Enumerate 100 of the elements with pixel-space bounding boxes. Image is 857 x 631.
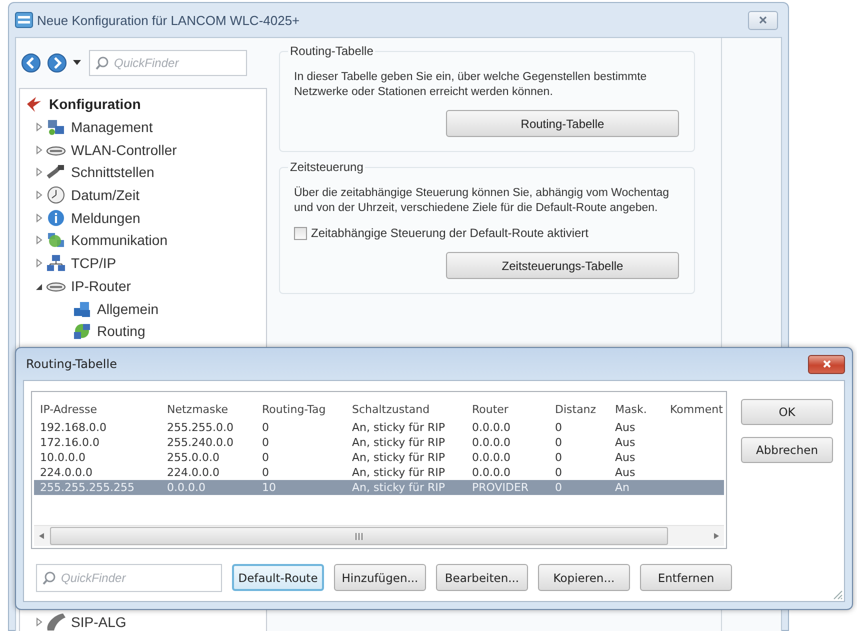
tree-label: Management	[70, 119, 154, 136]
action-button[interactable]: Bearbeiten...	[436, 564, 528, 591]
forward-icon[interactable]	[47, 53, 67, 73]
tree-label: IP-Router	[70, 278, 132, 294]
network-icon	[46, 231, 66, 250]
search-field[interactable]: QuickFinder	[89, 50, 247, 76]
tree-label: Kommunikation	[70, 232, 168, 248]
collapsed-arrow-icon[interactable]	[34, 167, 44, 178]
tree-label: WLAN-Controller	[70, 142, 178, 158]
table-cell-text: An, sticky für RIP	[351, 436, 446, 449]
collapsed-arrow-icon[interactable]	[34, 190, 44, 200]
table-cell-text: 255.240.0.0	[166, 436, 234, 449]
table-cell-text: 224.0.0.0	[166, 466, 220, 479]
network-icon	[72, 322, 92, 340]
collapsed-arrow-icon[interactable]	[34, 616, 44, 627]
table-cell-text: 10.0.0.0	[39, 451, 86, 464]
group-title: Routing-Tabelle	[289, 44, 374, 58]
collapsed-arrow-icon[interactable]	[34, 144, 44, 155]
table-cell-text: 0	[261, 451, 270, 464]
table-cell-text: 0.0.0.0	[471, 466, 512, 479]
window-title: Neue Konfiguration für LANCOM WLC-4025+	[37, 12, 300, 28]
dialog-button[interactable]: OK	[741, 399, 833, 425]
table-cell-text: 0	[554, 481, 563, 494]
table-cell-text: Aus	[614, 436, 636, 449]
column-header[interactable]: Routing-Tag	[256, 402, 346, 416]
action-button[interactable]: Kopieren...	[538, 564, 630, 591]
tree-label: Konfiguration	[48, 96, 142, 112]
table-cell-text: 255.255.0.0	[166, 421, 234, 434]
checkbox[interactable]	[294, 226, 307, 240]
group-title: Zeitsteuerung	[289, 160, 364, 174]
column-header[interactable]: Mask.	[609, 402, 664, 416]
search-icon	[42, 571, 56, 586]
table-row[interactable]: 192.168.0.0 255.255.0.0 0 An, sticky für RIP 0.0.0.0 0 Aus	[34, 420, 724, 435]
network-icon	[72, 300, 92, 318]
table-cell-text: Aus	[614, 466, 636, 479]
tree-label: Routing	[96, 323, 146, 340]
table-cell-text: Aus	[614, 421, 636, 434]
table-cell-text: PROVIDER	[471, 481, 530, 494]
table-button[interactable]: Routing-Tabelle	[446, 110, 679, 137]
action-button[interactable]: Hinzufügen...	[334, 564, 426, 591]
table-cell-text: 192.168.0.0	[39, 421, 108, 434]
column-header[interactable]: Netzmaske	[161, 402, 256, 416]
tree-label: SIP-ALG	[70, 614, 128, 630]
table-cell-text: 0	[554, 436, 563, 449]
column-header[interactable]: Router	[466, 402, 549, 416]
table-cell-text: 0.0.0.0	[166, 481, 206, 494]
network-icon	[46, 254, 66, 272]
tree-label: Schnittstellen	[70, 164, 156, 180]
collapsed-arrow-icon[interactable]	[34, 122, 44, 132]
back-icon[interactable]	[21, 53, 41, 73]
info-icon	[46, 208, 66, 227]
table-row[interactable]: 10.0.0.0 255.0.0.0 0 An, sticky für RIP 0.0.0.0 0 Aus	[34, 450, 724, 465]
checkbox-label: Zeitabhängige Steuerung der Default-Route aktiviert	[311, 226, 588, 240]
close-icon	[758, 15, 768, 25]
table-cell-text: An	[614, 481, 630, 494]
action-button[interactable]: Entfernen	[640, 564, 732, 591]
table-cell-text: 172.16.0.0	[39, 436, 100, 449]
search-icon	[95, 56, 109, 71]
column-header[interactable]: IP-Adresse	[34, 402, 161, 416]
table-cell-text: 0.0.0.0	[471, 451, 512, 464]
column-header[interactable]: Distanz	[549, 402, 609, 416]
table-cell-text: An, sticky für RIP	[351, 421, 446, 434]
close-button[interactable]	[748, 10, 778, 30]
table-cell-text: An, sticky für RIP	[351, 466, 446, 479]
table-row[interactable]: 172.16.0.0 255.240.0.0 0 An, sticky für RIP 0.0.0.0 0 Aus	[34, 435, 724, 450]
table-cell-text: 255.255.255.255	[39, 481, 136, 494]
table-button[interactable]: Zeitsteuerungs-Tabelle	[446, 252, 679, 279]
collapsed-arrow-icon[interactable]	[34, 235, 44, 246]
table-cell-text: An, sticky für RIP	[351, 481, 446, 494]
table-cell-text: 0	[261, 421, 270, 434]
table-cell-text: 0	[554, 421, 563, 434]
cable-icon	[46, 163, 66, 182]
window-icon	[15, 12, 33, 28]
table-cell-text: 0.0.0.0	[471, 421, 512, 434]
description-text: In dieser Tabelle geben Sie ein, über welche Gegenstellen bestimmte Netzwerke oder Stationen erreicht werden können.	[294, 70, 648, 100]
collapsed-arrow-icon[interactable]	[34, 212, 44, 223]
table-cell-text: 224.0.0.0	[39, 466, 94, 479]
resize-grip-icon	[831, 588, 843, 600]
tree-label: Datum/Zeit	[70, 187, 140, 204]
grip-icon	[355, 532, 363, 540]
table-cell-text: 255.0.0.0	[166, 451, 220, 464]
collapsed-arrow-icon[interactable]	[34, 258, 44, 268]
close-button[interactable]	[808, 354, 845, 374]
description-text: Über die zeitabhängige Steuerung können Sie, abhängig vom Wochentag und von der Uhrzeit, verschiedene Ziele für die Default-Route angeben.	[294, 186, 670, 216]
search-field[interactable]: QuickFinder	[36, 564, 222, 592]
horizontal-scrollbar[interactable]	[34, 525, 724, 546]
table-cell-text: 0	[554, 451, 563, 464]
table-cell-text: Aus	[614, 451, 636, 464]
column-header[interactable]: Komment	[664, 402, 724, 416]
tree-label: Allgemein	[96, 300, 160, 317]
action-button[interactable]: Default-Route	[232, 564, 324, 591]
column-header[interactable]: Schaltzustand	[346, 402, 466, 416]
table-row[interactable]: 224.0.0.0 224.0.0.0 0 An, sticky für RIP 0.0.0.0 0 Aus	[34, 465, 724, 480]
tree-label: TCP/IP	[70, 255, 118, 272]
table-cell-text: 0	[261, 466, 270, 479]
scrollbar-thumb[interactable]	[50, 527, 668, 545]
caret-icon[interactable]	[73, 60, 81, 66]
dialog-button[interactable]: Abbrechen	[741, 437, 833, 463]
table-cell-text: 0	[261, 436, 270, 449]
dialog-title: Routing-Tabelle	[26, 357, 117, 371]
